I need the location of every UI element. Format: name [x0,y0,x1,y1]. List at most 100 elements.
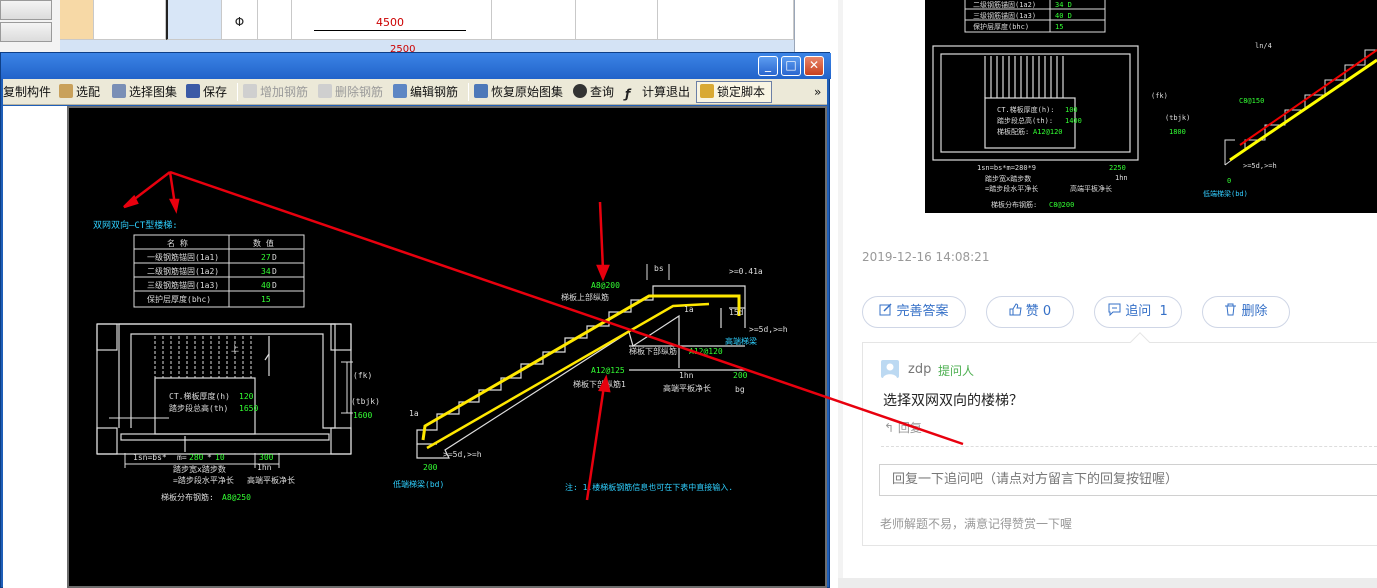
lock-script-toggle[interactable]: 锁定脚本 [696,81,772,103]
delete-button[interactable]: 删除 [1202,296,1290,328]
plan-tbjk-value: 1600 [353,411,372,420]
improve-answer-button[interactable]: 完善答案 [862,296,966,328]
table-row-name: 一级钢筋锚固(1a1) [147,252,219,262]
bg-button-2[interactable] [0,22,52,42]
function-icon: ƒ [625,87,631,101]
add-rebar-button[interactable]: 增加钢筋 [243,83,308,101]
svg-text:100: 100 [1065,106,1078,114]
svg-text:低端梯梁(bd): 低端梯梁(bd) [1203,189,1248,198]
reward-note: 老师解题不易，满意记得赞赏一下喔 [880,517,1073,531]
svg-text:>=5d,>=h: >=5d,>=h [1243,162,1277,170]
thumb-row-0: 二级钢筋锚固(1a2) [973,0,1036,9]
bottom-rebar-value: A12@120 [689,347,723,356]
svg-text:踏步宽x踏步数: 踏步宽x踏步数 [985,174,1031,183]
drawing-note: 注: 1.楼梯板钢筋信息也可在下表中直接输入. [565,482,733,492]
edit-icon [879,303,893,316]
bg-cell-symbol: Φ [222,0,258,40]
remove-rebar-icon [318,84,332,98]
svg-text:200: 200 [733,371,748,380]
thumb-row-2: 保护层厚度(bhc) [973,22,1029,31]
asker-role-badge: 提问人 [938,364,975,378]
plan-fk-label: (fk) [353,371,372,380]
toolbar: 复制构件 选配 选择图集 保存 增加钢筋 删除钢筋 编辑钢筋 恢复原始图集 查询… [3,79,827,105]
calc-exit-button[interactable]: ƒ 计算退出 [625,83,690,101]
stair-plan [96,323,352,455]
table-row-name: 二级钢筋锚固(1a2) [147,266,219,276]
answer-image-thumbnail[interactable]: 二级钢筋锚固(1a2) 三级钢筋锚固(1a3) 保护层厚度(bhc) 34 D … [925,0,1377,213]
svg-text:=踏步段水平净长: =踏步段水平净长 [985,184,1038,193]
followup-button[interactable]: 追问 1 [1094,296,1182,328]
maximize-button[interactable]: □ [781,56,801,76]
followup-count: 1 [1159,304,1168,319]
plan-stair-treads [154,336,252,378]
bg-cell [60,0,94,40]
like-button[interactable]: 赞 0 [986,296,1074,328]
svg-text:15: 15 [1055,23,1063,31]
drawing-canvas[interactable]: 双网双向—CT型楼梯: 名 称 数 值 一级钢筋锚固(1a1) 二级钢筋锚固(1… [67,106,827,588]
table-row-value: 15 [261,295,271,304]
bg-button-1[interactable] [0,0,52,20]
plan-step-height-label: 踏步段总高(th) [169,403,228,413]
select-match-button[interactable]: 选配 [59,83,100,101]
rebar-editor-window: _ □ ✕ 复制构件 选配 选择图集 保存 增加钢筋 删除钢筋 编辑钢筋 恢复原… [0,52,831,588]
toolbar-overflow-button[interactable]: » [814,83,821,101]
svg-text:1hn: 1hn [257,463,272,472]
plan-step-height-value: 1650 [239,404,258,413]
reply-link-label: 回复 [897,421,922,435]
query-button[interactable]: 查询 [573,83,614,101]
restore-atlas-button[interactable]: 恢复原始图集 [474,83,563,101]
reply-message: 选择双网双向的楼梯？ [883,393,1023,409]
save-button[interactable]: 保存 [186,83,227,101]
improve-answer-label: 完善答案 [896,304,949,319]
plan-dist-rebar-label: 梯板分布钢筋: [161,492,214,502]
reply-link[interactable]: ↰ 回复 [884,419,922,436]
bg-cell [576,0,658,40]
page-bottom-strip [838,578,1377,588]
mid-rebar-value: A12@125 [591,366,625,375]
table-row-name: 保护层厚度(bhc) [147,294,211,304]
stair-section [416,285,746,459]
reply-username[interactable]: zdp [908,362,931,377]
svg-text:(tbjk): (tbjk) [1165,114,1190,122]
svg-text:>=5d,>=h: >=5d,>=h [443,450,482,459]
copy-component-button[interactable]: 复制构件 [3,83,51,101]
close-button[interactable]: ✕ [804,56,824,76]
bg-cell [258,0,292,40]
svg-text:>=0.41a: >=0.41a [729,267,763,276]
window-title-bar[interactable]: _ □ ✕ [1,53,831,79]
comment-icon [1108,303,1121,316]
svg-text:ln/4: ln/4 [1255,42,1272,50]
svg-text:2250: 2250 [1109,164,1126,172]
trash-icon [1225,303,1237,316]
lock-icon [700,84,714,98]
delete-rebar-button[interactable]: 删除钢筋 [318,83,383,101]
minimize-button[interactable]: _ [758,56,778,76]
like-label: 赞 0 [1025,304,1052,319]
svg-text:bg: bg [735,385,745,394]
avatar[interactable] [881,360,899,378]
plan-dist-rebar-value: A8@250 [222,493,251,502]
thumbs-up-icon [1009,303,1022,316]
delete-label: 删除 [1241,304,1268,319]
followup-label: 追问 [1125,304,1152,319]
reply-input[interactable]: 回复一下追问吧（请点对方留言下的回复按钮喔） [879,464,1377,496]
svg-text:CT.梯板厚度(h):: CT.梯板厚度(h): [997,105,1055,114]
choose-atlas-button[interactable]: 选择图集 [112,83,177,101]
floppy-icon [186,84,200,98]
svg-text:D: D [272,267,277,276]
top-rebar-value: A8@200 [591,281,620,290]
svg-text:梯板配筋:: 梯板配筋: [997,127,1029,136]
reply-arrow-icon: ↰ [884,421,895,435]
background-spreadsheet: Φ 4500 2500 [0,0,795,60]
top-rebar-label: 梯板上部纵筋 [561,292,609,302]
svg-text:1hn: 1hn [679,371,694,380]
svg-text:10: 10 [215,453,225,462]
svg-text:梯板分布钢筋:: 梯板分布钢筋: [991,200,1037,209]
svg-text:C8@150: C8@150 [1239,97,1264,105]
bottom-rebar-label: 梯板下部纵筋 [629,346,677,356]
edit-rebar-button[interactable]: 编辑钢筋 [393,83,458,101]
svg-text:*: * [207,453,212,462]
table-row-name: 三级钢筋锚固(1a3) [147,280,219,290]
table-row-value: 40 [261,281,271,290]
table-row-value: 27 [261,253,271,262]
